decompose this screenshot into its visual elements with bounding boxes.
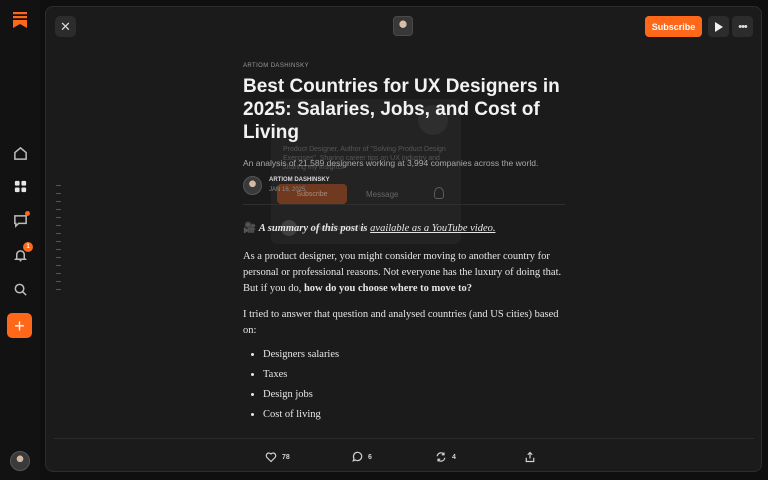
footer-divider: [54, 438, 754, 439]
list-item: Design jobs: [263, 385, 565, 405]
author-avatar[interactable]: [243, 176, 262, 195]
comment-button[interactable]: 6: [351, 450, 372, 464]
intro-question: how do you choose where to move to?: [303, 283, 473, 294]
substack-logo-icon[interactable]: [13, 12, 27, 28]
post-title: Best Countries for UX Designers in 2025:…: [243, 76, 560, 143]
video-camera-icon: 🎥: [243, 223, 257, 234]
restack-icon: [436, 452, 446, 462]
unread-dot: [25, 211, 30, 216]
play-icon: [715, 21, 723, 32]
comment-icon: [352, 451, 363, 462]
close-button[interactable]: ✕: [55, 16, 76, 37]
chat-icon[interactable]: [10, 210, 30, 230]
like-count: 78: [282, 453, 290, 461]
publication-name[interactable]: ARTIOM DASHINSKY: [243, 63, 565, 69]
summary-prefix: A summary of this post is: [258, 223, 371, 234]
criteria-paragraph: I tried to answer that question and anal…: [243, 309, 559, 336]
list-item: Designers salaries: [263, 345, 565, 365]
bell-icon[interactable]: 1: [10, 242, 33, 265]
article: ARTIOM DASHINSKY Best Countries for UX D…: [243, 63, 565, 425]
more-options-button[interactable]: •••: [732, 16, 753, 37]
divider: [243, 204, 565, 205]
comment-count: 6: [368, 453, 372, 461]
dashboard-icon[interactable]: [10, 176, 30, 196]
play-audio-button[interactable]: [708, 16, 729, 37]
like-button[interactable]: 78: [265, 450, 290, 464]
share-icon: [525, 451, 535, 463]
post-reader-panel: ✕ Subscribe ••• Product Designer, Author…: [45, 6, 762, 472]
list-item: Taxes: [263, 365, 565, 385]
list-item: Cost of living: [263, 405, 565, 425]
more-icon: •••: [738, 20, 748, 33]
left-rail: 1 +: [0, 0, 40, 480]
youtube-video-link[interactable]: available as a YouTube video.: [370, 223, 495, 234]
author-name[interactable]: ARTIOM DASHINSKY: [269, 177, 330, 183]
subscribe-button[interactable]: Subscribe: [645, 16, 702, 37]
post-date: JAN 16, 2025: [269, 187, 306, 193]
user-avatar[interactable]: [10, 451, 30, 471]
post-subtitle: An analysis of 21,589 designers working …: [243, 158, 539, 168]
intro-paragraph: As a product designer, you might conside…: [243, 249, 565, 297]
byline: ARTIOM DASHINSKY JAN 16, 2025: [243, 175, 565, 201]
share-button[interactable]: [524, 450, 536, 464]
notification-count-badge: 1: [23, 242, 33, 252]
home-icon[interactable]: [10, 143, 30, 163]
restack-count: 4: [452, 453, 456, 461]
restack-button[interactable]: 4: [435, 450, 456, 464]
heart-icon: [265, 452, 277, 463]
create-post-button[interactable]: +: [7, 313, 32, 338]
scroll-scrubber[interactable]: [56, 185, 62, 297]
criteria-list: Designers salaries Taxes Design jobs Cos…: [243, 345, 565, 425]
publication-avatar[interactable]: [393, 16, 413, 36]
close-icon: ✕: [60, 18, 71, 34]
summary-paragraph: 🎥 A summary of this post is available as…: [243, 221, 565, 237]
search-icon[interactable]: [10, 279, 30, 299]
